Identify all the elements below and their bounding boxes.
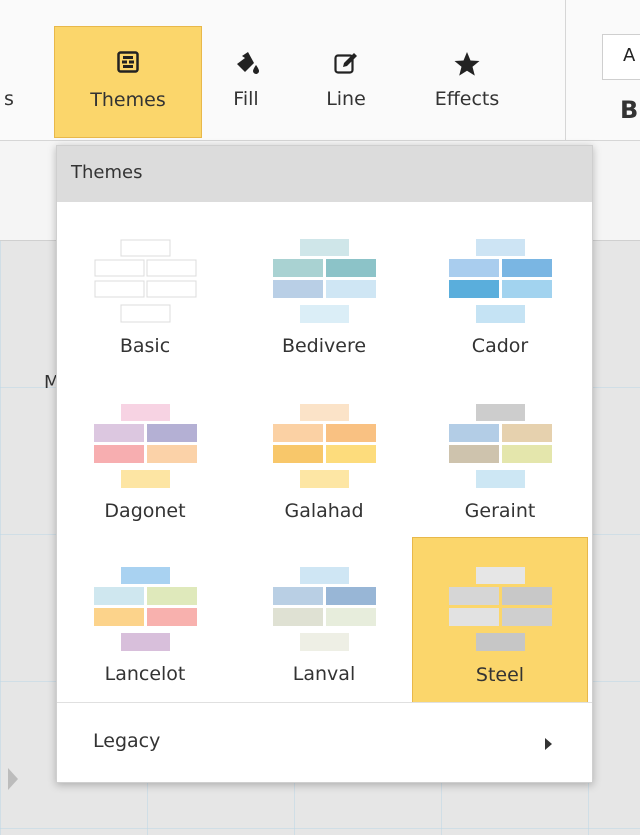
theme-name: Basic <box>119 335 171 357</box>
theme-name: Lancelot <box>104 663 186 685</box>
theme-bedivere[interactable]: Bedivere <box>236 213 412 377</box>
theme-steel-thumbnail <box>449 567 552 651</box>
chevron-right-icon <box>545 738 552 750</box>
fill-button-label: Fill <box>233 88 259 110</box>
theme-lancelot[interactable]: Lancelot <box>57 541 233 705</box>
toolbar-separator <box>565 0 566 145</box>
bold-button[interactable]: B <box>620 96 638 124</box>
theme-name: Steel <box>475 664 525 686</box>
theme-bedivere-thumbnail <box>273 239 376 323</box>
theme-name: Galahad <box>284 500 364 522</box>
theme-galahad[interactable]: Galahad <box>236 378 412 542</box>
theme-basic[interactable]: Basic <box>57 213 233 377</box>
themes-button[interactable]: Themes <box>54 26 202 138</box>
font-selector[interactable]: A <box>602 34 640 80</box>
fill-bucket-icon <box>210 50 282 80</box>
line-button-label: Line <box>326 88 366 110</box>
theme-geraint[interactable]: Geraint <box>412 378 588 542</box>
effects-button[interactable]: Effects <box>418 26 516 140</box>
theme-galahad-thumbnail <box>273 404 376 488</box>
theme-cador[interactable]: Cador <box>412 213 588 377</box>
theme-dagonet-thumbnail <box>94 404 197 488</box>
themes-dropdown-header: Themes <box>57 146 592 202</box>
themes-dropdown: Themes Basic Bedivere Cador Dagonet Gala… <box>56 145 593 783</box>
theme-lanval[interactable]: Lanval <box>236 541 412 705</box>
edit-line-icon <box>306 50 386 80</box>
format-toolbar: s Themes Fill Line Effects A B <box>0 0 640 145</box>
theme-geraint-thumbnail <box>449 404 552 488</box>
toolbar-partial-label[interactable]: s <box>4 88 14 110</box>
legacy-themes-menu-item[interactable]: Legacy <box>57 703 592 783</box>
theme-lancelot-thumbnail <box>94 567 197 651</box>
theme-cador-thumbnail <box>449 239 552 323</box>
theme-name: Dagonet <box>104 500 186 522</box>
fill-button[interactable]: Fill <box>210 26 282 140</box>
themes-icon <box>55 51 201 81</box>
theme-lanval-thumbnail <box>273 567 376 651</box>
theme-steel[interactable]: Steel <box>412 537 588 703</box>
star-icon <box>418 50 516 80</box>
line-button[interactable]: Line <box>306 26 386 140</box>
theme-name: Geraint <box>464 500 536 522</box>
theme-name: Lanval <box>292 663 356 685</box>
effects-button-label: Effects <box>434 88 500 110</box>
theme-basic-thumbnail <box>94 239 197 323</box>
themes-button-label: Themes <box>90 89 166 111</box>
theme-name: Bedivere <box>281 335 367 357</box>
canvas-arrow-shape[interactable] <box>8 768 18 790</box>
legacy-label: Legacy <box>93 730 161 752</box>
theme-dagonet[interactable]: Dagonet <box>57 378 233 542</box>
theme-name: Cador <box>471 335 529 357</box>
